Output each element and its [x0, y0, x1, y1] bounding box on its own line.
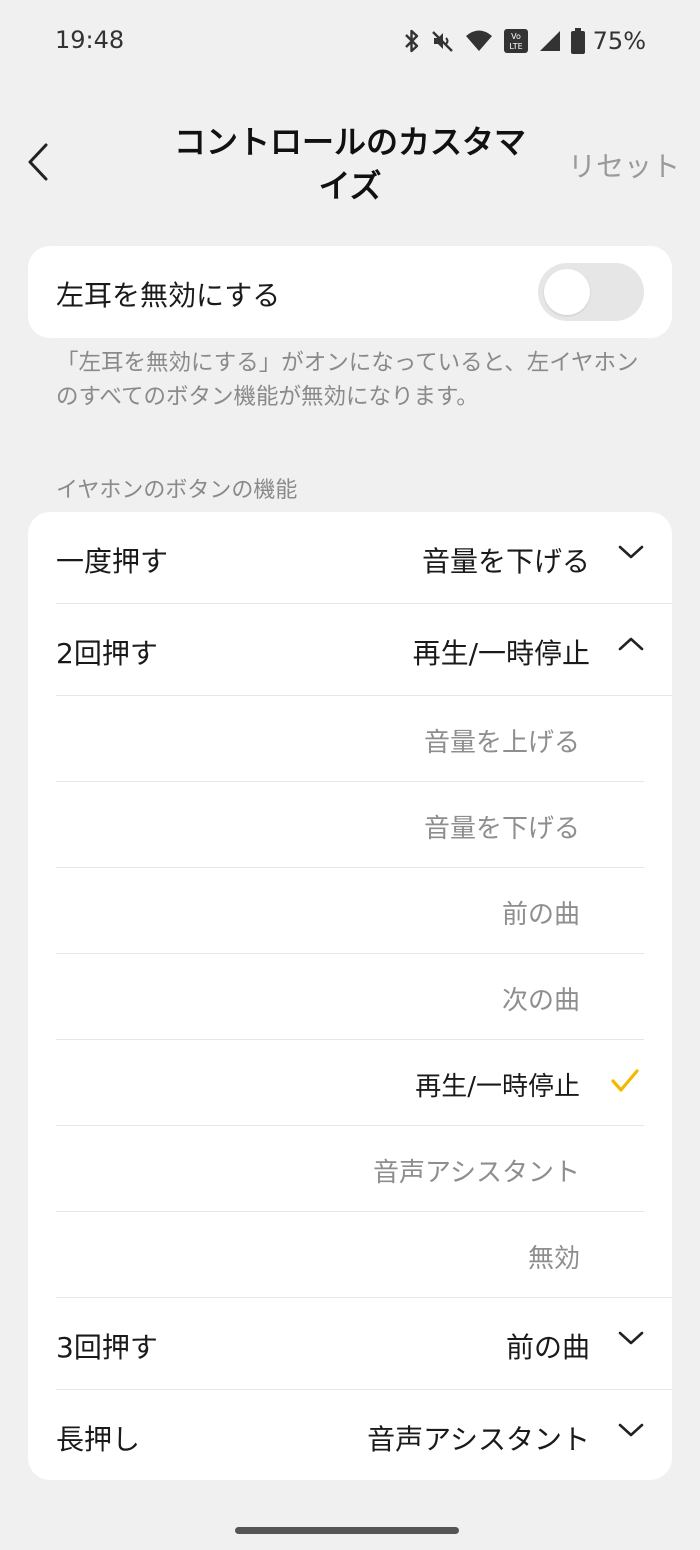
page-title-line1: コントロールのカスタマ: [173, 123, 526, 161]
bluetooth-icon: [403, 28, 421, 54]
signal-icon: [539, 30, 561, 52]
button-functions-card: 一度押す 音量を下げる 2回押す 再生/一時停止 音量を上げる 音量を下げる 前…: [28, 512, 672, 1480]
row-long-press[interactable]: 長押し 音声アシスタント: [56, 1390, 672, 1482]
row-value: 再生/一時停止: [412, 637, 590, 670]
option-previous-track[interactable]: 前の曲: [56, 868, 644, 954]
status-icons: Vo LTE 75%: [403, 24, 646, 58]
wifi-icon: [465, 29, 493, 53]
row-label: 長押し: [56, 1423, 141, 1456]
row-label: 3回押す: [56, 1331, 158, 1364]
volte-icon-text-bottom: LTE: [509, 42, 522, 51]
mute-icon: [431, 29, 455, 53]
checkmark-icon: [610, 1068, 640, 1098]
option-label: 無効: [527, 1244, 580, 1274]
option-label: 前の曲: [501, 900, 580, 930]
row-label: 一度押す: [56, 545, 169, 578]
option-label: 再生/一時停止: [415, 1072, 580, 1102]
option-volume-up[interactable]: 音量を上げる: [56, 696, 644, 782]
row-double-press[interactable]: 2回押す 再生/一時停止: [56, 604, 672, 696]
chevron-up-icon: [618, 636, 644, 656]
battery-percent: 75%: [592, 27, 646, 55]
disable-left-label: 左耳を無効にする: [56, 279, 281, 312]
option-label: 音量を上げる: [423, 728, 580, 758]
row-triple-press[interactable]: 3回押す 前の曲: [56, 1298, 672, 1390]
option-next-track[interactable]: 次の曲: [56, 954, 644, 1040]
row-value: 前の曲: [505, 1331, 590, 1364]
row-single-press[interactable]: 一度押す 音量を下げる: [56, 512, 672, 604]
option-disabled[interactable]: 無効: [56, 1212, 644, 1298]
chevron-down-icon: [618, 544, 644, 564]
disable-left-toggle[interactable]: [538, 263, 644, 321]
section-title: イヤホンのボタンの機能: [56, 478, 298, 503]
option-play-pause[interactable]: 再生/一時停止: [56, 1040, 644, 1126]
option-label: 次の曲: [501, 986, 580, 1016]
chevron-down-icon: [618, 1422, 644, 1442]
volte-icon-text-top: Vo: [511, 32, 521, 41]
back-button[interactable]: [18, 140, 58, 188]
chevron-down-icon: [618, 1330, 644, 1350]
volte-icon: Vo LTE: [503, 28, 529, 54]
status-bar: 19:48 Vo LTE 75%: [0, 0, 700, 82]
battery-icon: [570, 28, 585, 54]
toggle-knob: [544, 269, 590, 315]
option-volume-down[interactable]: 音量を下げる: [56, 782, 644, 868]
home-indicator[interactable]: [235, 1527, 459, 1534]
reset-button[interactable]: リセット: [568, 145, 680, 185]
option-voice-assistant[interactable]: 音声アシスタント: [56, 1126, 644, 1212]
row-label: 2回押す: [56, 637, 158, 670]
page-title-line2: イズ: [318, 167, 382, 205]
disable-left-description: 「左耳を無効にする」がオンになっていると、左イヤホンのすべてのボタン機能が無効に…: [56, 350, 639, 410]
option-label: 音量を下げる: [423, 814, 580, 844]
disable-left-card: 左耳を無効にする: [28, 246, 672, 338]
option-label: 音声アシスタント: [373, 1158, 580, 1188]
page-title: コントロールのカスタマ イズ: [170, 120, 530, 208]
row-value: 音量を下げる: [421, 545, 590, 578]
chevron-left-icon: [26, 142, 50, 186]
row-value: 音声アシスタント: [367, 1423, 590, 1456]
status-time: 19:48: [55, 26, 125, 54]
header: コントロールのカスタマ イズ リセット: [0, 110, 700, 220]
